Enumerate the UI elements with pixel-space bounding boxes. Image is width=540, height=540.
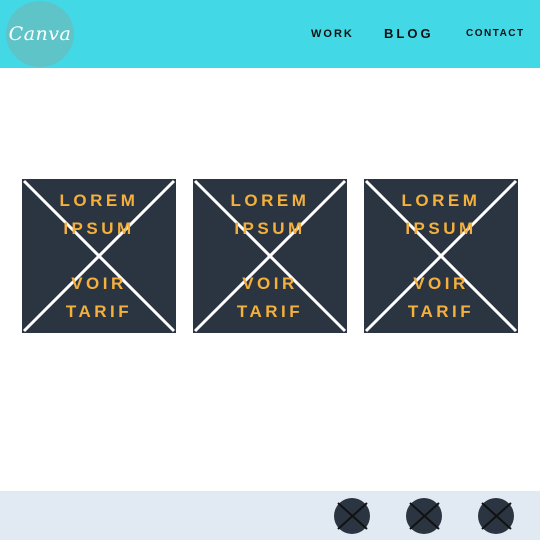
social-placeholder-icon[interactable] [405,497,443,535]
card-cta-line1[interactable]: VOIR [193,270,347,298]
pricing-card[interactable]: LOREM IPSUM VOIR TARIF [22,179,176,333]
card-title-line1: LOREM [230,191,310,210]
card-cta-line2[interactable]: TARIF [22,298,176,326]
card-cta-line2[interactable]: TARIF [193,298,347,326]
social-placeholder-icon[interactable] [477,497,515,535]
site-header: Canva WORK BLOG CONTACT [0,0,540,68]
card-cta-line1[interactable]: VOIR [364,270,518,298]
card-title-line2: IPSUM [405,219,477,238]
pricing-card[interactable]: LOREM IPSUM VOIR TARIF [364,179,518,333]
card-cta-line2[interactable]: TARIF [364,298,518,326]
site-footer [0,491,540,540]
card-title-line1: LOREM [401,191,481,210]
nav-blog-link[interactable]: BLOG [384,24,434,44]
canva-logo[interactable]: Canva [6,1,74,67]
card-title-line2: IPSUM [234,219,306,238]
card-title-line2: IPSUM [63,219,135,238]
pricing-card[interactable]: LOREM IPSUM VOIR TARIF [193,179,347,333]
nav-work-link[interactable]: WORK [311,24,354,44]
logo-text: Canva [8,23,72,45]
card-title-line1: LOREM [59,191,139,210]
social-placeholder-icon[interactable] [333,497,371,535]
nav-contact-link[interactable]: CONTACT [466,24,525,44]
card-cta-line1[interactable]: VOIR [22,270,176,298]
